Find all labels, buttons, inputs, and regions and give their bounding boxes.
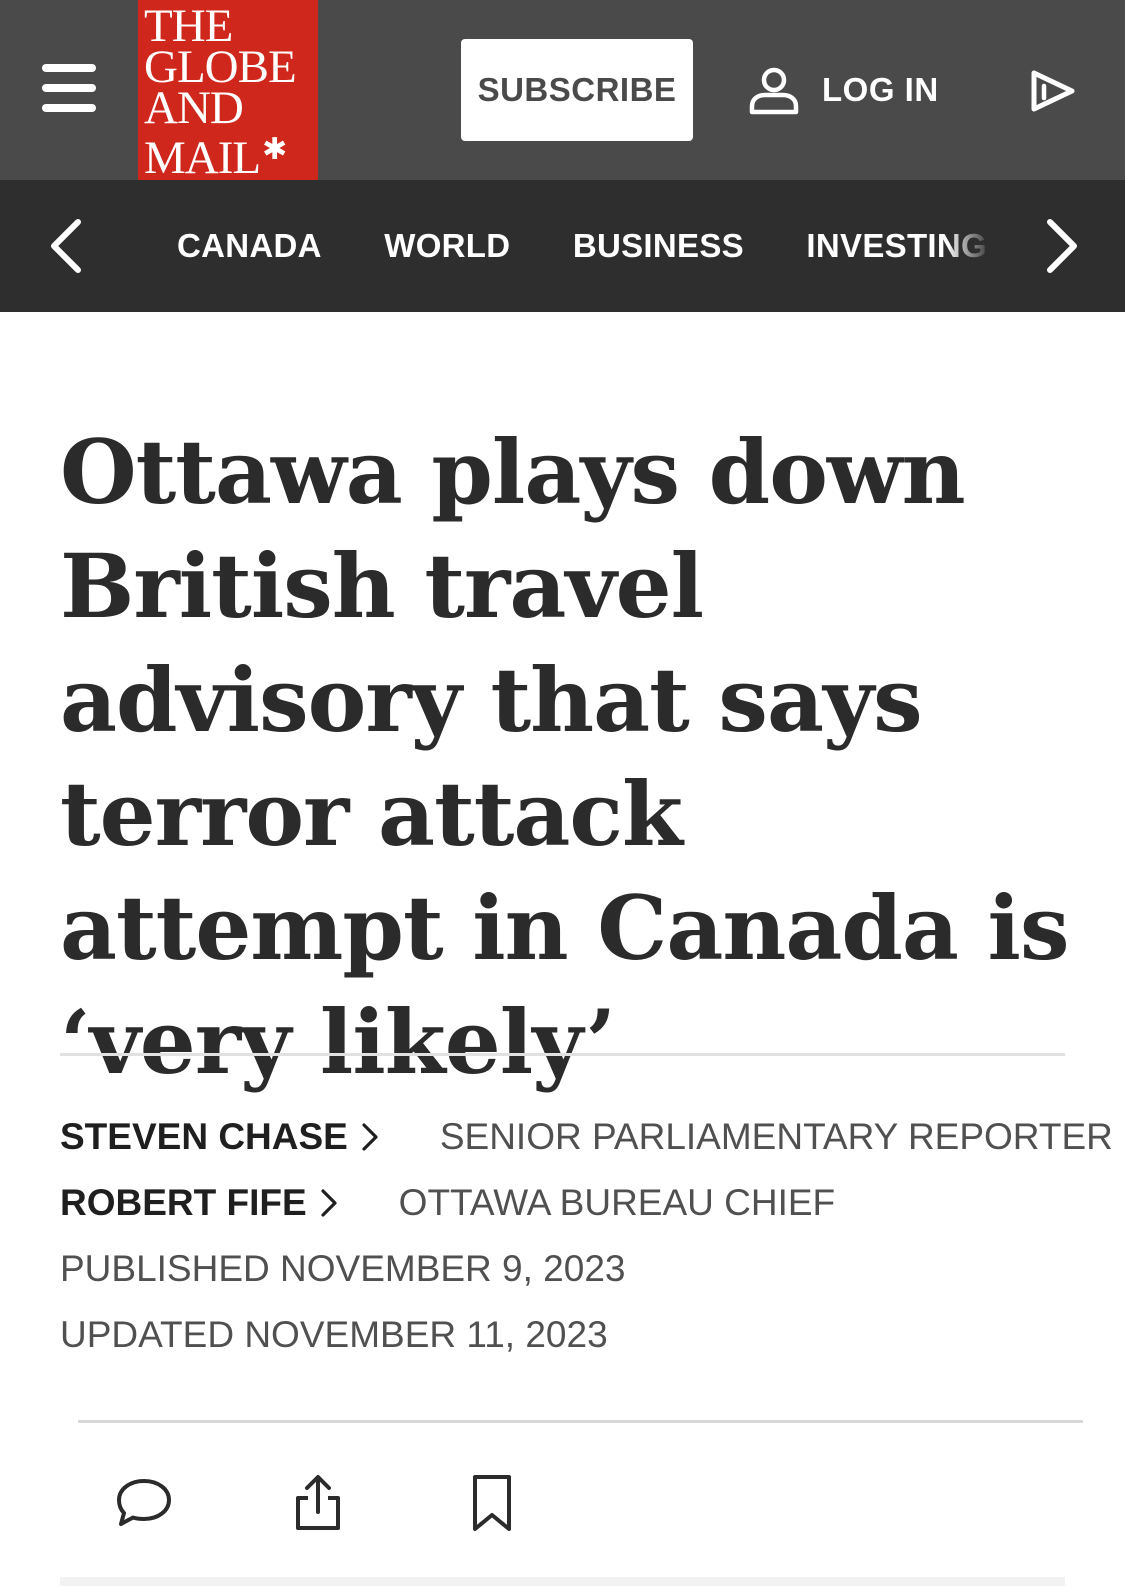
subscribe-button[interactable]: SUBSCRIBE [461,39,693,141]
comment-icon[interactable] [113,1472,175,1534]
chevron-right-icon[interactable] [1030,216,1090,276]
nav-items: CANADA WORLD BUSINESS INVESTING W [177,180,997,312]
article-headline: Ottawa plays down British travel advisor… [60,420,1070,1094]
nav-fade [950,180,1010,312]
log-in-label: LOG IN [822,71,939,108]
section-nav: CANADA WORLD BUSINESS INVESTING W [0,180,1125,312]
menu-bar [42,84,96,92]
log-in-button[interactable]: LOG IN [748,60,939,120]
video-play-icon[interactable] [1028,66,1078,116]
chevron-right-icon [321,1189,337,1217]
hamburger-menu-button[interactable] [42,64,100,114]
menu-bar [42,104,96,112]
menu-bar [42,64,96,72]
divider [78,1420,1083,1423]
chevron-left-icon[interactable] [38,216,98,276]
nav-item-business[interactable]: BUSINESS [573,180,744,312]
byline-row: ROBERT FIFE OTTAWA BUREAU CHIEF [60,1178,835,1228]
bookmark-icon[interactable] [461,1472,523,1534]
author-link[interactable]: ROBERT FIFE [60,1182,341,1224]
share-icon[interactable] [287,1472,349,1534]
author-name: ROBERT FIFE [60,1182,307,1223]
author-link[interactable]: STEVEN CHASE [60,1116,382,1158]
author-role: OTTAWA BUREAU CHIEF [398,1182,836,1223]
nav-item-world[interactable]: WORLD [384,180,510,312]
logo-line: AND [144,82,244,134]
author-role: SENIOR PARLIAMENTARY REPORTER [439,1116,1113,1157]
published-date: PUBLISHED NOVEMBER 9, 2023 [60,1248,626,1289]
site-header: THE GLOBE AND MAIL✱ SUBSCRIBE LOG IN [0,0,1125,184]
user-icon [749,67,799,115]
byline-row: STEVEN CHASE SENIOR PARLIAMENTARY REPORT… [60,1112,1113,1162]
divider [60,1053,1065,1056]
maple-leaf-icon: ✱ [262,133,287,166]
updated-date: UPDATED NOVEMBER 11, 2023 [60,1314,608,1355]
logo-line: MAIL✱ [144,132,287,184]
content-strip [60,1577,1065,1586]
author-name: STEVEN CHASE [60,1116,348,1157]
nav-item-canada[interactable]: CANADA [177,180,322,312]
globe-and-mail-logo[interactable]: THE GLOBE AND MAIL✱ [138,0,318,184]
chevron-right-icon [362,1123,378,1151]
